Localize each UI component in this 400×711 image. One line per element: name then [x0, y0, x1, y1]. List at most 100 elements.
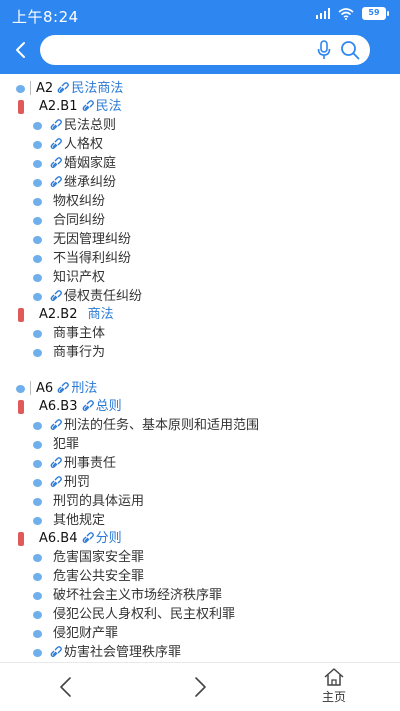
item-text: 合同纠纷 — [53, 213, 106, 228]
item-dot — [33, 274, 42, 282]
item-dot — [33, 573, 42, 581]
home-label: 主页 — [321, 690, 346, 704]
status-bar: 上午8:24 59 — [0, 0, 400, 28]
item-dot — [33, 422, 42, 430]
item-text: 侵权责任纠纷 — [64, 289, 143, 304]
app-header: 上午8:24 59 — [0, 0, 400, 74]
link-icon — [50, 157, 62, 168]
link-icon — [82, 400, 94, 411]
item-dot — [33, 630, 42, 638]
tree-guide-line — [30, 381, 31, 395]
item-dot — [33, 141, 42, 149]
content-tree: A2 民法商法 A2.B1 民法 民法总则 人格权 婚姻家庭 继承纠纷 物权纠纷… — [0, 74, 400, 662]
link-icon — [57, 82, 70, 93]
item-text: 刑罚 — [64, 475, 91, 490]
link-icon — [50, 138, 62, 149]
item-text: 婚姻家庭 — [64, 156, 117, 171]
item-text: 妨害社会管理秩序罪 — [64, 645, 182, 660]
item-text: 人格权 — [64, 137, 104, 152]
item-dot — [33, 349, 42, 357]
item-text: 民法总则 — [64, 118, 117, 133]
item-text: 商事行为 — [53, 345, 106, 360]
link-icon — [57, 382, 70, 393]
item-text: 侵犯财产罪 — [53, 626, 119, 641]
signal-icon — [315, 8, 330, 19]
item-dot — [33, 330, 42, 338]
link-icon — [82, 100, 94, 111]
item-text: 危害公共安全罪 — [53, 569, 145, 584]
node-code: A6.B3 — [39, 399, 78, 414]
wifi-icon — [338, 7, 354, 20]
bottom-nav: 主页 — [0, 662, 400, 711]
item-text: 商事主体 — [53, 326, 106, 341]
item-dot — [33, 198, 42, 206]
item-dot — [33, 649, 42, 657]
item-dot — [33, 460, 42, 468]
node-title: 总则 — [95, 399, 122, 414]
item-dot — [33, 217, 42, 225]
item-text: 不当得利纠纷 — [53, 251, 132, 266]
chevron-right-icon[interactable] — [190, 675, 210, 699]
item-text: 继承纠纷 — [64, 175, 117, 190]
item-dot — [33, 479, 42, 487]
node-dot — [16, 85, 25, 93]
item-text: 刑法的任务、基本原则和适用范围 — [64, 418, 260, 433]
item-dot — [33, 441, 42, 449]
item-dot — [33, 554, 42, 562]
item-text: 侵犯公民人身权利、民主权利罪 — [53, 607, 236, 622]
item-text: 无因管理纠纷 — [53, 232, 132, 247]
node-marker — [18, 308, 24, 322]
node-title: 刑法 — [71, 381, 98, 396]
item-text: 刑罚的具体运用 — [53, 494, 145, 509]
status-time: 上午8:24 — [12, 8, 79, 26]
item-text: 其他规定 — [53, 513, 106, 528]
link-icon — [50, 646, 62, 657]
link-icon — [50, 476, 62, 487]
node-dot — [16, 385, 25, 393]
node-code: A6 — [36, 381, 54, 396]
node-title: 分则 — [95, 531, 122, 546]
chevron-left-icon[interactable] — [56, 675, 76, 699]
item-dot — [33, 160, 42, 168]
item-dot — [33, 122, 42, 130]
link-icon — [50, 290, 62, 301]
microphone-icon[interactable] — [316, 40, 332, 60]
item-text: 刑事责任 — [64, 456, 117, 471]
node-title: 商法 — [87, 307, 114, 322]
node-marker — [18, 532, 24, 546]
node-marker — [18, 100, 24, 114]
link-icon — [50, 176, 62, 187]
search-icon[interactable] — [340, 40, 360, 60]
node-title: 民法商法 — [71, 81, 124, 96]
item-text: 犯罪 — [53, 437, 80, 452]
node-code: A6.B4 — [39, 531, 78, 546]
battery-icon: 59 — [362, 7, 389, 20]
link-icon — [50, 119, 62, 130]
item-dot — [33, 255, 42, 263]
item-dot — [33, 592, 42, 600]
home-button[interactable]: 主页 — [312, 667, 356, 709]
node-code: A2.B2 — [39, 307, 78, 322]
link-icon — [82, 532, 94, 543]
item-text: 危害国家安全罪 — [53, 550, 145, 565]
status-icons: 59 — [315, 7, 389, 20]
tree-guide-line — [30, 81, 31, 95]
item-text: 破坏社会主义市场经济秩序罪 — [53, 588, 223, 603]
item-dot — [33, 611, 42, 619]
node-marker — [18, 400, 24, 414]
link-icon — [50, 457, 62, 468]
item-dot — [33, 236, 42, 244]
node-code: A2 — [36, 81, 54, 96]
home-icon — [324, 668, 344, 686]
item-text: 物权纠纷 — [53, 194, 106, 209]
item-dot — [33, 179, 42, 187]
item-dot — [33, 498, 42, 506]
item-dot — [33, 293, 42, 301]
node-title: 民法 — [95, 99, 122, 114]
search-box — [40, 35, 370, 65]
item-text: 知识产权 — [53, 270, 106, 285]
link-icon — [50, 419, 62, 430]
item-dot — [33, 517, 42, 525]
back-arrow-icon[interactable] — [10, 38, 32, 62]
search-input[interactable] — [52, 40, 302, 60]
